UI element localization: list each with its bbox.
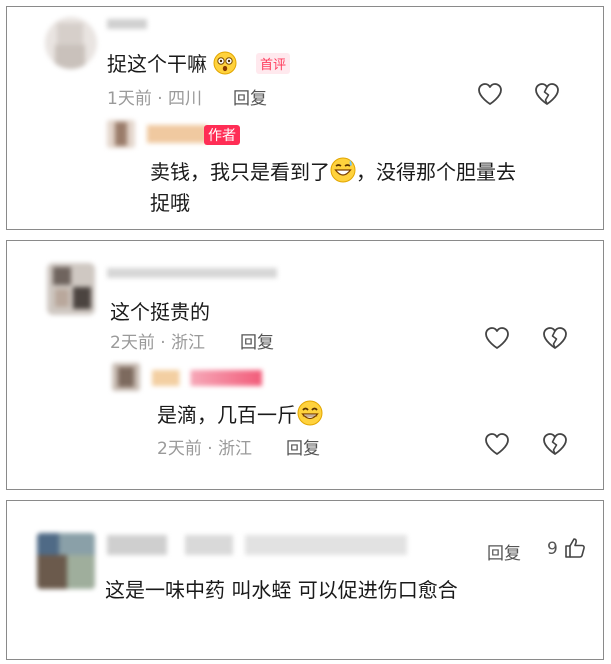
avatar[interactable] [47,263,95,315]
comment-card: 回复 9 这是一味中药 叫水蛭 可以促进伤口愈合 [6,500,604,660]
reply-button[interactable]: 回复 [286,434,320,459]
comment-text: 捉这个干嘛 [107,48,237,80]
reply-meta: 2天前 · 浙江 [157,439,253,459]
reply-text: 是滴，几百一斤 [157,399,323,431]
grin-sweat-emoji [330,157,356,188]
username[interactable] [107,535,407,555]
first-comment-badge: 首评 [256,53,291,74]
astonished-emoji [213,51,237,80]
author-badge: 作者 [204,125,240,145]
username[interactable] [107,19,147,29]
thumbs-up-icon[interactable] [564,537,586,559]
reply-text: 卖钱，我只是看到了 ，没得那个胆量去 [150,156,516,188]
comment-meta: 2天前 · 浙江 [110,333,206,353]
broken-heart-icon[interactable] [542,326,568,350]
reply-avatar[interactable] [107,120,135,148]
comment-card: 这个挺贵的 2天前 · 浙江 回复 是滴，几百一斤 2天前 · 浙江 回复 [6,240,604,490]
heart-outline-icon[interactable] [477,82,503,106]
avatar[interactable] [37,533,95,589]
comment-meta: 1天前 · 四川 [107,89,203,109]
reply-username[interactable] [152,370,262,386]
heart-outline-icon[interactable] [484,432,510,456]
reply-username[interactable] [147,125,207,143]
grin-emoji [297,400,323,431]
broken-heart-icon[interactable] [534,82,560,106]
reply-text-line2: 捉哦 [150,191,190,215]
comment-text: 这是一味中药 叫水蛭 可以促进伤口愈合 [105,578,458,602]
reply-avatar[interactable] [112,363,140,391]
heart-outline-icon[interactable] [484,326,510,350]
like-count: 9 [547,539,558,559]
username[interactable] [107,268,277,278]
reply-button[interactable]: 回复 [233,84,267,109]
reply-button[interactable]: 回复 [487,539,521,564]
comment-text: 这个挺贵的 [110,300,210,324]
broken-heart-icon[interactable] [542,432,568,456]
avatar[interactable] [45,17,97,69]
comment-card: 捉这个干嘛 首评 1天前 · 四川 回复 作者 卖钱，我只是看到了 ，没得那个胆… [6,6,604,230]
reply-button[interactable]: 回复 [240,328,274,353]
